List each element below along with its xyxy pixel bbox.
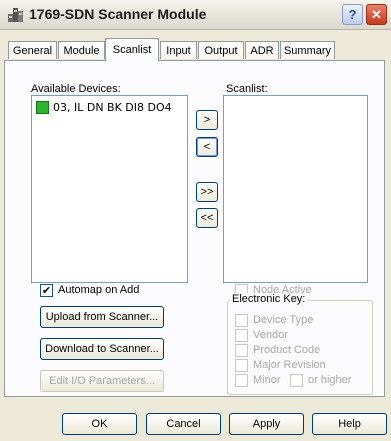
download-to-scanner-button[interactable]: Download to Scanner... bbox=[40, 338, 164, 360]
add-all-arrow-icon: >> bbox=[200, 186, 214, 198]
checkmark-icon: ✔ bbox=[41, 284, 52, 297]
close-button[interactable]: ✕ bbox=[366, 4, 387, 25]
title-bar[interactable]: 1769-SDN Scanner Module ? ✕ bbox=[0, 0, 391, 30]
apply-button[interactable]: Apply bbox=[229, 413, 304, 435]
tab-label: Output bbox=[204, 44, 238, 57]
cancel-button[interactable]: Cancel bbox=[146, 413, 221, 435]
remove-arrow-icon: < bbox=[203, 141, 211, 153]
device-type-checkbox[interactable] bbox=[235, 314, 248, 327]
tab-module[interactable]: Module bbox=[58, 41, 105, 59]
or-higher-label: or higher bbox=[308, 374, 352, 386]
ok-label: OK bbox=[91, 418, 108, 430]
major-revision-label: Major Revision bbox=[253, 359, 326, 371]
remove-all-button[interactable]: << bbox=[196, 208, 218, 228]
automap-label: Automap on Add bbox=[58, 284, 140, 296]
device-icon bbox=[36, 100, 49, 114]
tab-adr[interactable]: ADR bbox=[245, 41, 279, 59]
tab-label: Input bbox=[166, 44, 191, 57]
close-icon: ✕ bbox=[371, 6, 382, 22]
tab-general[interactable]: General bbox=[8, 41, 57, 59]
help-title-button[interactable]: ? bbox=[342, 4, 363, 25]
edit-io-label: Edit I/O Parameters... bbox=[49, 375, 155, 387]
tab-label: Scanlist bbox=[112, 44, 152, 56]
device-type-label: Device Type bbox=[253, 314, 314, 326]
major-revision-checkbox[interactable] bbox=[235, 359, 248, 372]
tab-label: ADR bbox=[250, 44, 274, 57]
add-all-button[interactable]: >> bbox=[196, 182, 218, 202]
tab-summary[interactable]: Summary bbox=[280, 41, 335, 59]
available-devices-list[interactable]: 03, IL DN BK DI8 DO4 bbox=[31, 95, 188, 283]
list-item[interactable]: 03, IL DN BK DI8 DO4 bbox=[36, 100, 172, 114]
network-device-icon bbox=[8, 8, 23, 22]
help-icon: ? bbox=[348, 7, 357, 22]
product-code-checkbox[interactable] bbox=[235, 344, 248, 357]
tab-label: Summary bbox=[283, 44, 332, 57]
or-higher-checkbox[interactable] bbox=[290, 374, 303, 387]
scanlist-list[interactable] bbox=[223, 95, 368, 283]
download-label: Download to Scanner... bbox=[45, 343, 159, 355]
minor-label: Minor bbox=[253, 374, 281, 386]
scanlist-panel: Available Devices: 03, IL DN BK DI8 DO4 … bbox=[4, 60, 385, 397]
tab-label: Module bbox=[63, 44, 100, 57]
scanlist-label: Scanlist: bbox=[226, 83, 268, 95]
tab-label: General bbox=[12, 44, 53, 57]
apply-label: Apply bbox=[252, 418, 281, 430]
tab-output[interactable]: Output bbox=[198, 41, 244, 59]
device-label: 03, IL DN BK DI8 DO4 bbox=[53, 100, 172, 114]
vendor-label: Vendor bbox=[253, 329, 288, 341]
help-label: Help bbox=[338, 418, 361, 430]
product-code-label: Product Code bbox=[253, 344, 321, 356]
electronic-key-title: Electronic Key: bbox=[230, 293, 308, 305]
edit-io-parameters-button[interactable]: Edit I/O Parameters... bbox=[40, 370, 164, 392]
upload-from-scanner-button[interactable]: Upload from Scanner... bbox=[40, 306, 164, 328]
cancel-label: Cancel bbox=[166, 418, 201, 430]
remove-all-arrow-icon: << bbox=[200, 212, 214, 224]
upload-label: Upload from Scanner... bbox=[45, 311, 159, 323]
ok-button[interactable]: OK bbox=[62, 413, 137, 435]
add-device-button[interactable]: > bbox=[196, 110, 218, 130]
window-title: 1769-SDN Scanner Module bbox=[29, 6, 207, 22]
dialog-window: 1769-SDN Scanner Module ? ✕ General Modu… bbox=[0, 0, 391, 441]
add-arrow-icon: > bbox=[203, 114, 211, 126]
tab-scanlist[interactable]: Scanlist bbox=[105, 38, 159, 61]
remove-device-button[interactable]: < bbox=[196, 137, 218, 157]
automap-checkbox[interactable]: ✔ bbox=[40, 284, 53, 297]
minor-checkbox[interactable] bbox=[235, 374, 248, 387]
available-devices-label: Available Devices: bbox=[31, 83, 121, 95]
help-button[interactable]: Help bbox=[312, 413, 387, 435]
tab-input[interactable]: Input bbox=[160, 41, 197, 59]
vendor-checkbox[interactable] bbox=[235, 329, 248, 342]
